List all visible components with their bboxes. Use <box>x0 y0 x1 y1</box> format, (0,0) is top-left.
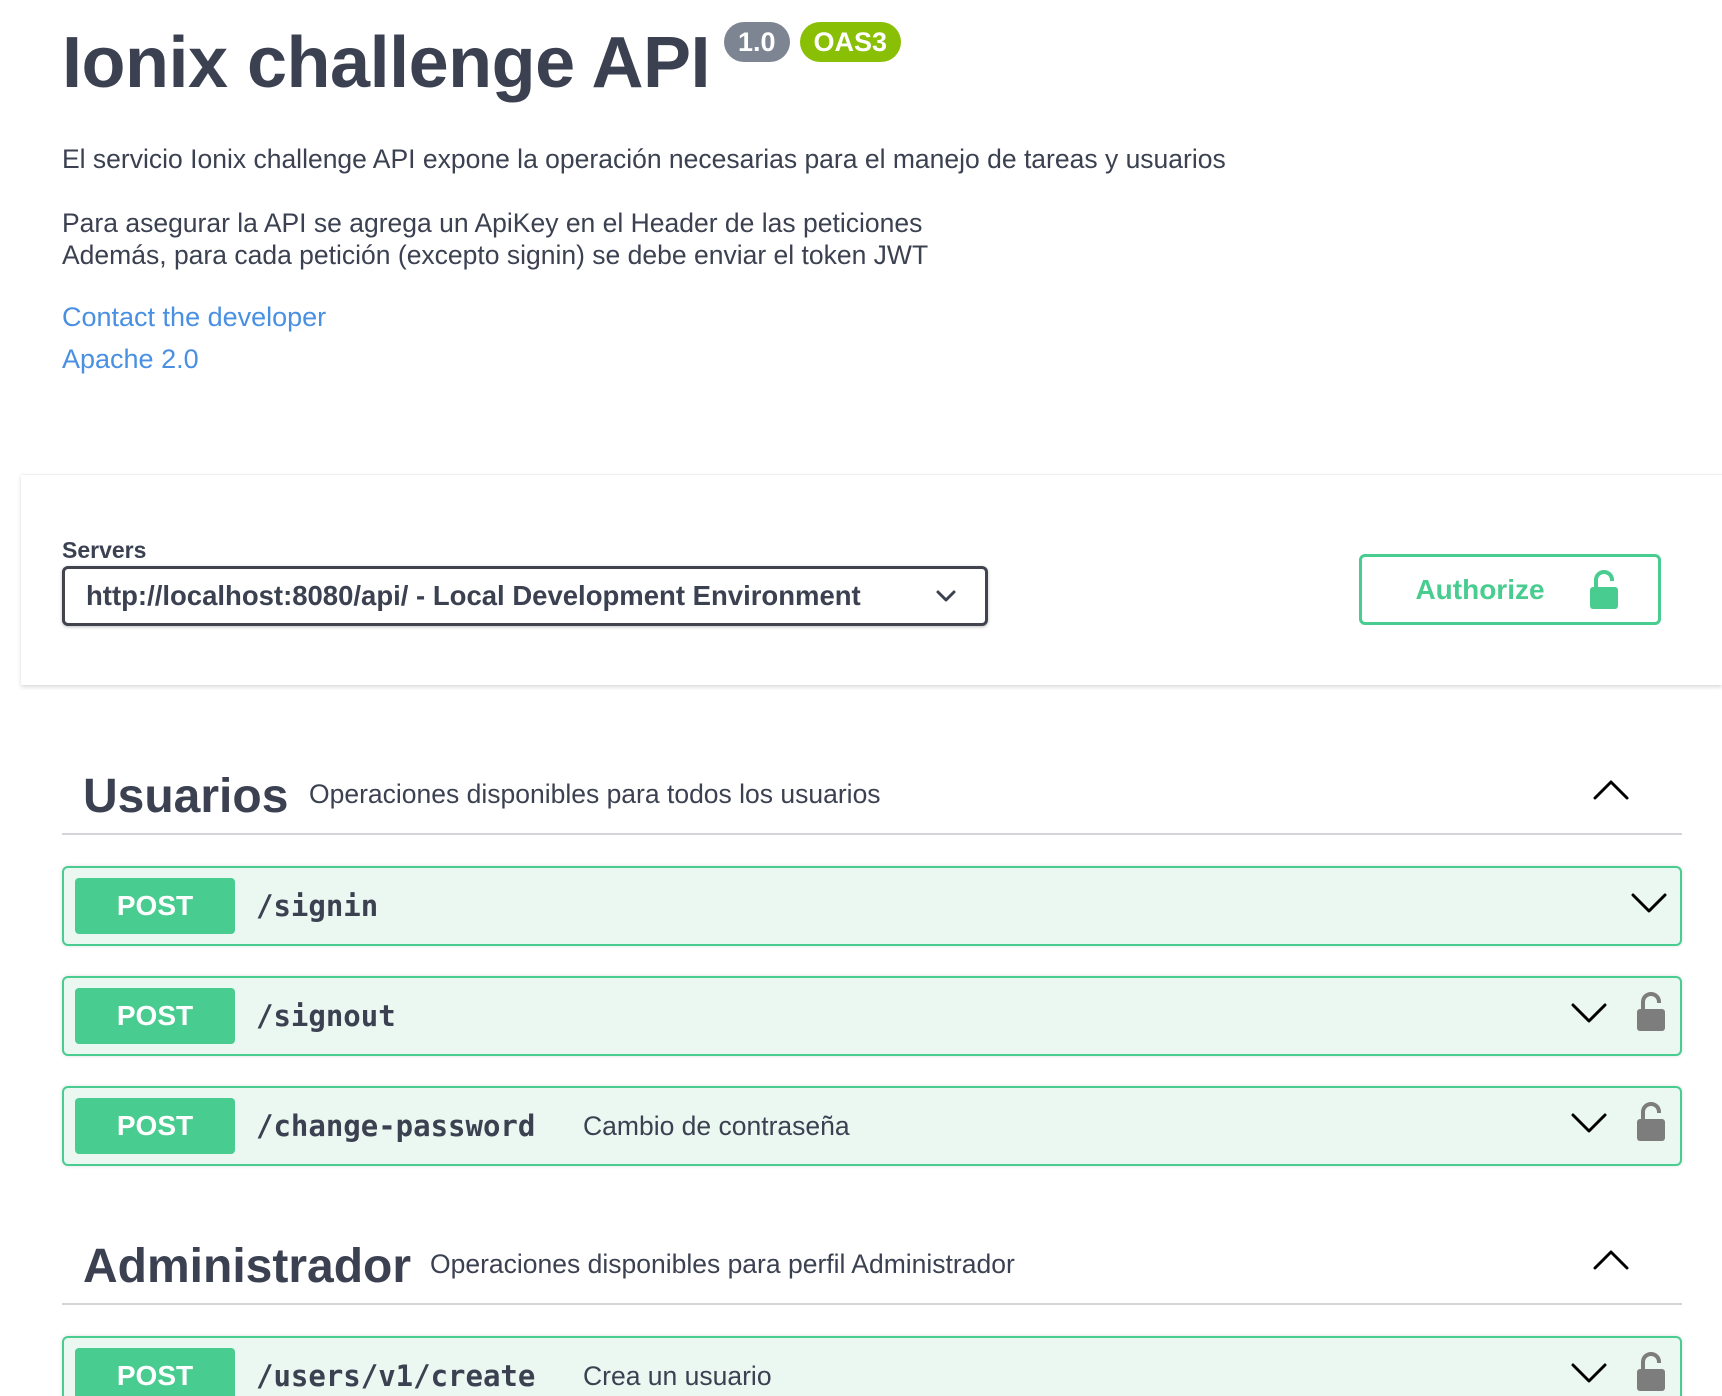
tag-name: Administrador <box>83 1240 412 1293</box>
chevron-up-icon[interactable] <box>1592 1247 1630 1271</box>
server-select-value: http://localhost:8080/api/ - Local Devel… <box>86 580 861 611</box>
tag-header-usuarios[interactable]: Usuarios Operaciones disponibles para to… <box>62 755 1682 835</box>
method-badge: POST <box>75 1348 235 1396</box>
servers-label: Servers <box>62 537 147 563</box>
server-select[interactable]: http://localhost:8080/api/ - Local Devel… <box>62 566 988 626</box>
method-badge: POST <box>75 988 235 1044</box>
title-row: Ionix challenge API 1.0 OAS3 <box>62 18 902 108</box>
operation-post-users-create[interactable]: POST /users/v1/create Crea un usuario <box>62 1336 1682 1396</box>
method-badge: POST <box>75 1098 235 1154</box>
authorize-button[interactable]: Authorize <box>1359 554 1661 625</box>
api-title: Ionix challenge API <box>62 23 711 103</box>
operation-path: /change-password <box>256 1109 536 1143</box>
oas-badge: OAS3 <box>799 22 902 62</box>
unlocked-padlock-icon <box>1589 569 1618 609</box>
tag-header-administrador[interactable]: Administrador Operaciones disponibles pa… <box>62 1225 1682 1305</box>
method-badge: POST <box>75 878 235 934</box>
chevron-up-icon[interactable] <box>1592 777 1630 801</box>
chevron-down-icon[interactable] <box>1630 890 1668 916</box>
license-link[interactable]: Apache 2.0 <box>62 342 199 376</box>
chevron-down-icon[interactable] <box>1570 1360 1608 1386</box>
operation-post-signin[interactable]: POST /signin <box>62 866 1682 946</box>
api-description-line1: El servicio Ionix challenge API expone l… <box>62 144 1226 174</box>
chevron-down-icon[interactable] <box>1570 1000 1608 1026</box>
chevron-down-icon <box>936 590 956 602</box>
api-description-line3: Además, para cada petición (excepto sign… <box>62 240 929 270</box>
padlock-icon[interactable] <box>1636 1352 1666 1392</box>
chevron-down-icon[interactable] <box>1570 1110 1608 1136</box>
operation-post-signout[interactable]: POST /signout <box>62 976 1682 1056</box>
scheme-container: Servers http://localhost:8080/api/ - Loc… <box>21 474 1722 685</box>
contact-developer-link[interactable]: Contact the developer <box>62 300 326 334</box>
api-description-line2: Para asegurar la API se agrega un ApiKey… <box>62 208 923 238</box>
padlock-icon[interactable] <box>1636 1102 1666 1142</box>
operation-post-change-password[interactable]: POST /change-password Cambio de contrase… <box>62 1086 1682 1166</box>
operation-summary: Crea un usuario <box>583 1361 772 1391</box>
padlock-icon[interactable] <box>1636 992 1666 1032</box>
version-badge: 1.0 <box>724 22 790 62</box>
operation-path: /signout <box>256 999 396 1033</box>
authorize-label: Authorize <box>1415 573 1545 605</box>
operation-path: /users/v1/create <box>256 1359 536 1393</box>
tag-description: Operaciones disponibles para todos los u… <box>309 779 881 809</box>
operation-summary: Cambio de contraseña <box>583 1111 850 1141</box>
operation-path: /signin <box>256 889 379 923</box>
tag-name: Usuarios <box>83 770 289 823</box>
tag-description: Operaciones disponibles para perfil Admi… <box>430 1249 1015 1279</box>
